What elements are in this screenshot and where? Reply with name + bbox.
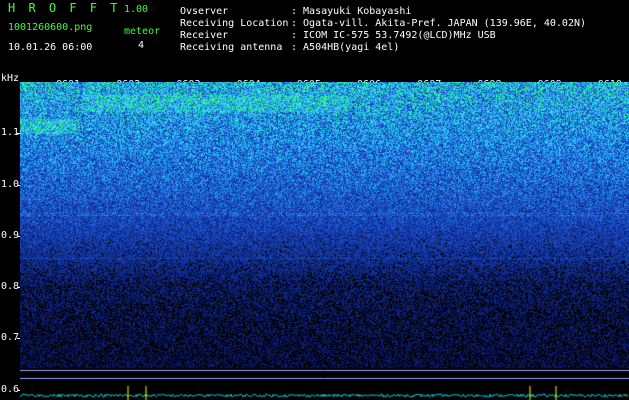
receiver-value: : ICOM IC-575 53.7492(@LCD)MHz USB (291, 30, 496, 41)
app-version: 1.00 (124, 4, 149, 15)
location-value: : Ogata-vill. Akita-Pref. JAPAN (139.96E… (291, 18, 587, 29)
meteor-count: 4 (138, 40, 145, 51)
spectrogram-canvas (20, 82, 629, 400)
receiver-label: Receiver (180, 30, 229, 41)
meteor-label: meteor (124, 26, 161, 37)
location-label: Receiving Location (180, 18, 289, 29)
y-axis-unit-label: kHz (1, 73, 20, 84)
observer-value: : Masayuki Kobayashi (291, 6, 412, 17)
antenna-label: Receiving antenna (180, 42, 283, 53)
header-panel: H R O F F T 1.00 1001260600.png meteor 4… (0, 0, 629, 78)
file-name: 1001260600.png (8, 22, 93, 33)
observer-label: Ovserver (180, 6, 229, 17)
spectrogram-plot (20, 82, 629, 400)
app-title: H R O F F T (8, 1, 121, 15)
antenna-value: : A504HB(yagi 4el) (291, 42, 400, 53)
datetime: 10.01.26 06:00 (8, 42, 93, 53)
